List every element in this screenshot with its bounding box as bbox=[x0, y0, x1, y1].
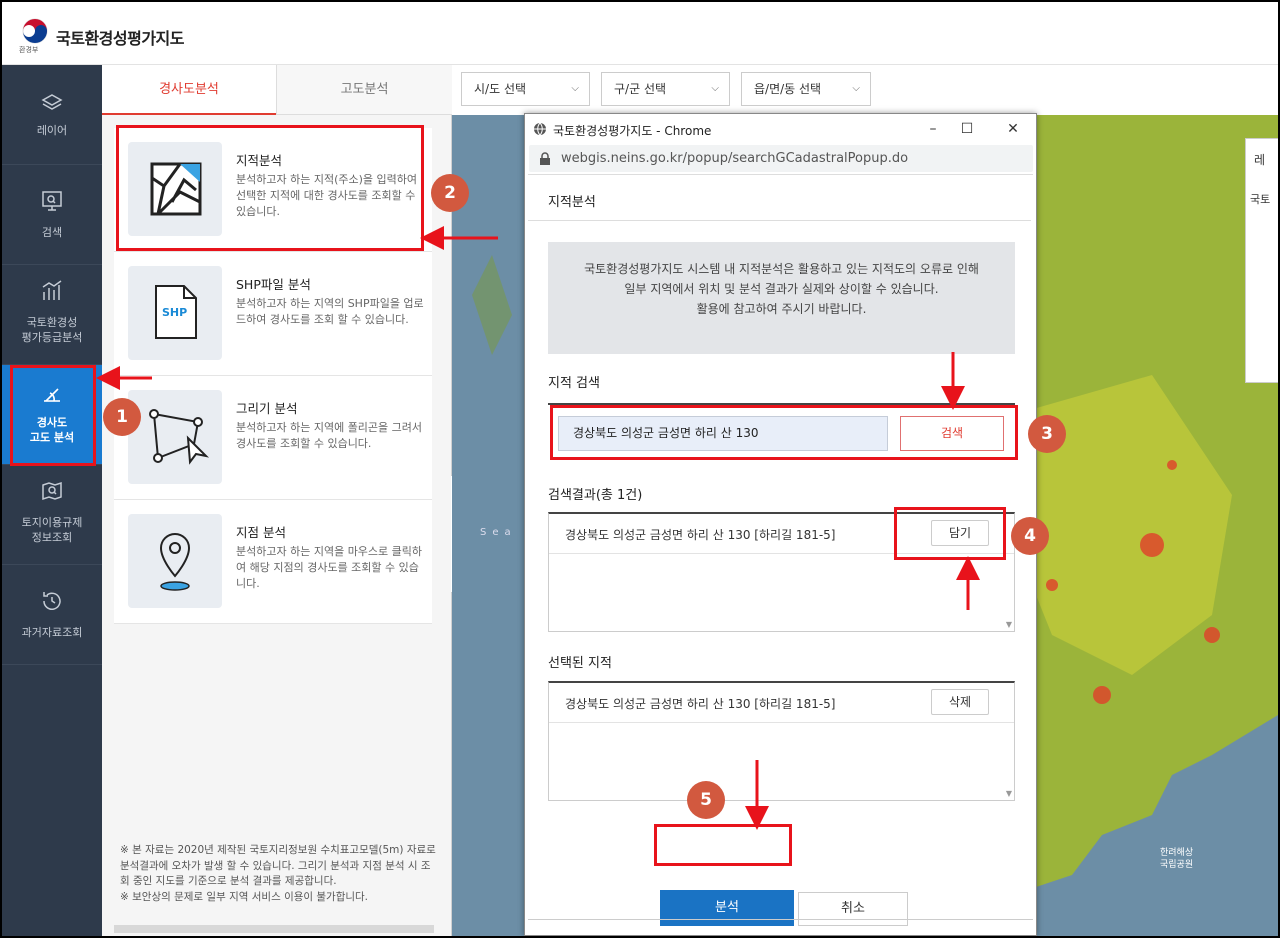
step-badge-2: 2 bbox=[431, 174, 469, 212]
step-badge-3: 3 bbox=[1028, 415, 1066, 453]
step-badge-5: 5 bbox=[687, 781, 725, 819]
step-badge-1: 1 bbox=[103, 398, 141, 436]
annotation-arrows bbox=[96, 226, 980, 830]
step-badge-4: 4 bbox=[1011, 517, 1049, 555]
